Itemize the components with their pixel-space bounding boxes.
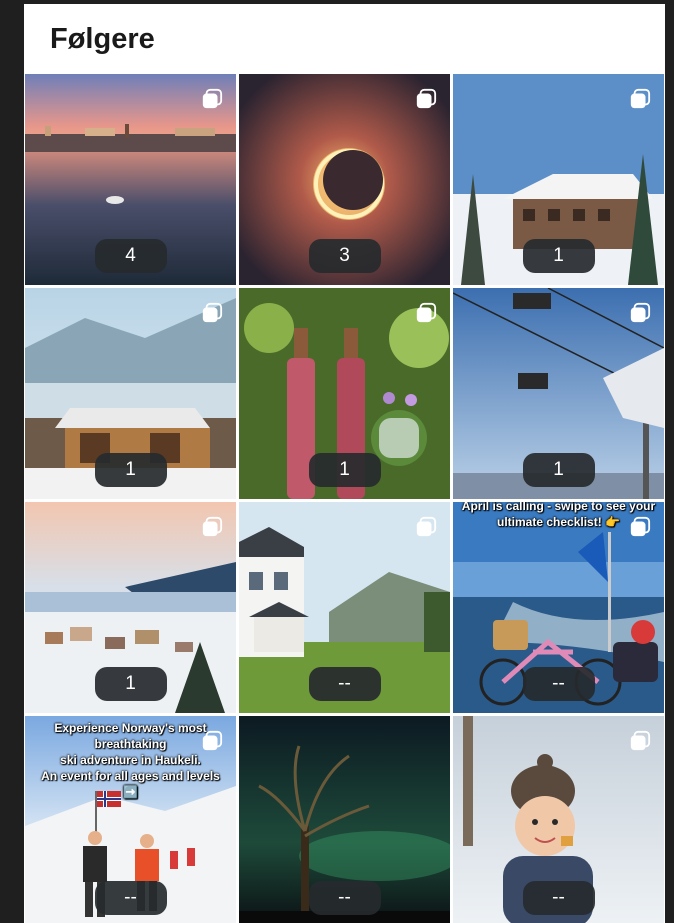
count-badge: 1 — [522, 453, 595, 487]
multiple-images-icon — [202, 302, 223, 323]
post-tile-1[interactable]: 4 — [25, 74, 236, 285]
post-tile-4[interactable]: 1 — [25, 288, 236, 499]
post-tile-6[interactable]: 1 — [453, 288, 664, 499]
count-badge: 4 — [94, 239, 167, 273]
count-badge: 3 — [308, 239, 381, 273]
count-badge: 1 — [308, 453, 381, 487]
count-badge: -- — [94, 881, 167, 915]
multiple-images-icon — [630, 88, 651, 109]
post-tile-12[interactable]: -- — [453, 716, 664, 923]
page-title: Følgere — [50, 22, 155, 55]
multiple-images-icon — [202, 516, 223, 537]
post-tile-3[interactable]: 1 — [453, 74, 664, 285]
post-tile-8[interactable]: -- — [239, 502, 450, 713]
post-tile-7[interactable]: 1 — [25, 502, 236, 713]
count-badge: -- — [522, 881, 595, 915]
multiple-images-icon — [416, 516, 437, 537]
post-tile-10[interactable]: Experience Norway's most breathtaking sk… — [25, 716, 236, 923]
multiple-images-icon — [202, 88, 223, 109]
multiple-images-icon — [416, 302, 437, 323]
count-badge: 1 — [94, 453, 167, 487]
count-badge: -- — [522, 667, 595, 701]
multiple-images-icon — [630, 730, 651, 751]
header: Følgere — [24, 4, 665, 74]
post-tile-11[interactable]: -- — [239, 716, 450, 923]
post-tile-9[interactable]: April is calling - swipe to see your ult… — [453, 502, 664, 713]
multiple-images-icon — [416, 88, 437, 109]
post-tile-2[interactable]: 3 — [239, 74, 450, 285]
count-badge: -- — [308, 881, 381, 915]
post-grid: 4 3 1 1 1 1 1 -- April is calling - swip… — [25, 74, 665, 923]
followers-panel: Følgere 4 3 1 1 1 1 1 -- April is callin… — [24, 4, 665, 923]
multiple-images-icon — [630, 302, 651, 323]
multiple-images-icon — [630, 516, 651, 537]
post-tile-5[interactable]: 1 — [239, 288, 450, 499]
count-badge: -- — [308, 667, 381, 701]
count-badge: 1 — [522, 239, 595, 273]
multiple-images-icon — [202, 730, 223, 751]
count-badge: 1 — [94, 667, 167, 701]
